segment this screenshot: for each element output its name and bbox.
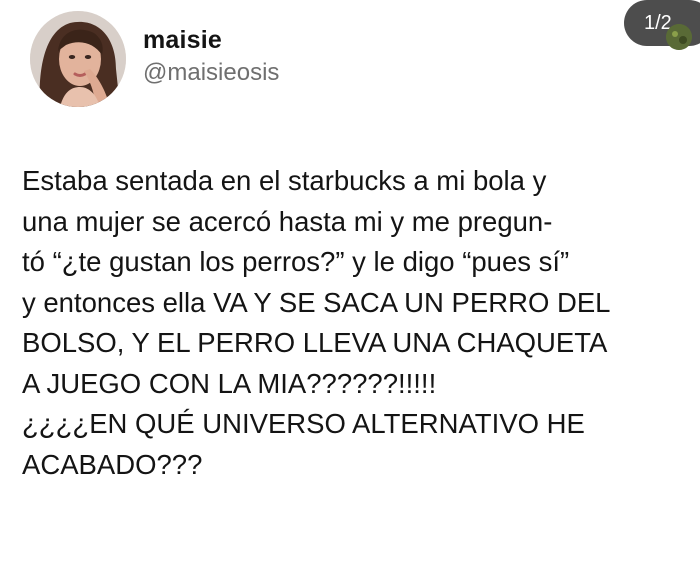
tweet-line: Estaba sentada en el starbucks a mi bola… bbox=[22, 165, 547, 196]
tweet-line: A JUEGO CON LA MIA??????!!!!! bbox=[22, 367, 437, 399]
avatar[interactable] bbox=[30, 11, 126, 107]
display-name[interactable]: maisie bbox=[143, 25, 222, 55]
tweet-line: ACABADO??? bbox=[22, 448, 203, 480]
tweet-line: tó “¿te gustan los perros?” y le digo “p… bbox=[22, 246, 570, 277]
tweet-line: BOLSO, Y EL PERRO LLEVA UNA CHAQUETA bbox=[22, 327, 608, 358]
profile-photo-icon bbox=[30, 11, 126, 107]
tweet-line: y entonces ella VA Y SE SACA UN PERRO DE… bbox=[22, 286, 611, 318]
corner-thumbnail-icon bbox=[666, 24, 692, 50]
tweet-line: una mujer se acercó hasta mi y me pregun… bbox=[22, 205, 553, 237]
tweet-line: ¿¿¿¿EN QUÉ UNIVERSO ALTERNATIVO HE bbox=[22, 408, 585, 439]
user-handle[interactable]: @maisieosis bbox=[143, 58, 279, 88]
tweet-text: Estaba sentada en el starbucks a mi bola… bbox=[22, 161, 692, 485]
